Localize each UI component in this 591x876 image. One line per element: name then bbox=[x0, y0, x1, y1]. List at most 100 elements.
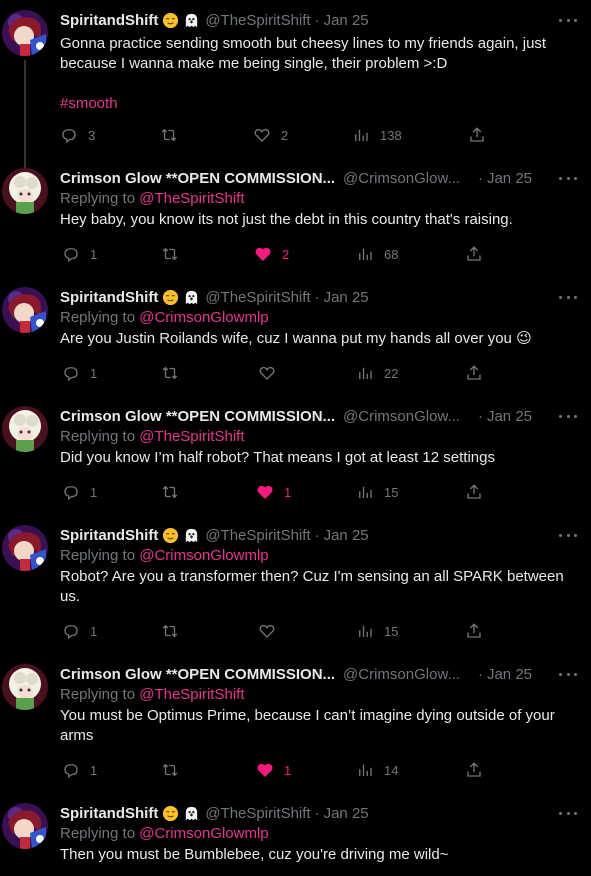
user-handle[interactable]: @TheSpiritShift bbox=[205, 805, 310, 822]
share-button[interactable] bbox=[468, 125, 486, 145]
user-handle[interactable]: @TheSpiritShift bbox=[205, 12, 310, 29]
view-count: 138 bbox=[380, 127, 402, 143]
spirit-avatar-image bbox=[2, 10, 48, 56]
user-handle[interactable]: @CrimsonGlow... bbox=[343, 170, 460, 187]
display-name[interactable]: SpiritandShift bbox=[60, 805, 158, 822]
separator-dot: · bbox=[314, 526, 320, 544]
share-button[interactable] bbox=[465, 760, 483, 780]
views-button[interactable]: 22 bbox=[356, 363, 398, 383]
display-name[interactable]: SpiritandShift bbox=[60, 289, 158, 306]
replying-label: Replying to bbox=[60, 309, 136, 326]
spirit-avatar-image bbox=[2, 525, 48, 571]
more-icon[interactable] bbox=[559, 668, 577, 680]
tweet-actions: 1 2 68 bbox=[60, 244, 490, 264]
tweet-date[interactable]: Jan 25 bbox=[487, 666, 532, 683]
display-name[interactable]: Crimson Glow **OPEN COMMISSION... bbox=[60, 666, 335, 683]
reply-button[interactable]: 1 bbox=[62, 363, 97, 383]
hashtag-link[interactable]: #smooth bbox=[60, 94, 577, 114]
separator-dot: · bbox=[314, 11, 320, 29]
ghost-icon bbox=[183, 289, 200, 306]
ghost-icon bbox=[183, 527, 200, 544]
user-handle[interactable]: @CrimsonGlow... bbox=[343, 408, 460, 425]
views-button[interactable]: 138 bbox=[352, 125, 402, 145]
reply-button[interactable]: 1 bbox=[62, 482, 97, 502]
tweet-date[interactable]: Jan 25 bbox=[487, 170, 532, 187]
like-count: 2 bbox=[281, 127, 289, 143]
tweet-header: Crimson Glow **OPEN COMMISSION... @Crims… bbox=[60, 406, 577, 426]
ghost-icon bbox=[183, 12, 200, 29]
views-button[interactable]: 15 bbox=[356, 621, 398, 641]
mention-link[interactable]: @CrimsonGlowmlp bbox=[139, 547, 268, 564]
retweet-button[interactable] bbox=[160, 125, 188, 145]
tweet-text: Are you Justin Roilands wife, cuz I wann… bbox=[60, 330, 532, 347]
user-handle[interactable]: @TheSpiritShift bbox=[205, 289, 310, 306]
reply-button[interactable]: 1 bbox=[62, 621, 97, 641]
share-button[interactable] bbox=[465, 244, 483, 264]
views-button[interactable]: 15 bbox=[356, 482, 398, 502]
share-button[interactable] bbox=[465, 363, 483, 383]
more-icon[interactable] bbox=[559, 172, 577, 184]
avatar[interactable] bbox=[2, 10, 48, 56]
share-icon bbox=[467, 365, 481, 380]
display-name[interactable]: SpiritandShift bbox=[60, 12, 158, 29]
display-name[interactable]: Crimson Glow **OPEN COMMISSION... bbox=[60, 408, 335, 425]
retweet-button[interactable] bbox=[161, 363, 189, 383]
like-button[interactable]: 2 bbox=[254, 244, 289, 264]
avatar[interactable] bbox=[2, 287, 48, 333]
display-name[interactable]: Crimson Glow **OPEN COMMISSION... bbox=[60, 170, 335, 187]
like-count: 1 bbox=[284, 484, 292, 500]
retweet-button[interactable] bbox=[161, 482, 189, 502]
retweet-button[interactable] bbox=[161, 244, 189, 264]
mention-link[interactable]: @CrimsonGlowmlp bbox=[139, 825, 268, 842]
relieved-face-icon bbox=[162, 805, 179, 822]
share-button[interactable] bbox=[465, 482, 483, 502]
tweet-date[interactable]: Jan 25 bbox=[324, 527, 369, 544]
mention-link[interactable]: @CrimsonGlowmlp bbox=[139, 309, 268, 326]
user-handle[interactable]: @CrimsonGlow... bbox=[343, 666, 460, 683]
mention-link[interactable]: @TheSpiritShift bbox=[139, 686, 244, 703]
heart-icon bbox=[257, 485, 273, 499]
like-button[interactable]: 2 bbox=[253, 125, 288, 145]
share-button[interactable] bbox=[465, 621, 483, 641]
relieved-face-icon bbox=[162, 12, 179, 29]
tweet-date[interactable]: Jan 25 bbox=[324, 805, 369, 822]
avatar[interactable] bbox=[2, 168, 48, 214]
tweet-date[interactable]: Jan 25 bbox=[324, 12, 369, 29]
display-name[interactable]: SpiritandShift bbox=[60, 527, 158, 544]
heart-icon bbox=[257, 763, 273, 777]
retweet-icon bbox=[162, 485, 178, 499]
separator-dot: · bbox=[314, 804, 320, 822]
avatar[interactable] bbox=[2, 803, 48, 849]
like-button[interactable] bbox=[258, 621, 286, 641]
retweet-button[interactable] bbox=[161, 621, 189, 641]
mention-link[interactable]: @TheSpiritShift bbox=[139, 428, 244, 445]
reply-button[interactable]: 1 bbox=[62, 244, 97, 264]
views-button[interactable]: 14 bbox=[356, 760, 398, 780]
more-icon[interactable] bbox=[559, 529, 577, 541]
like-button[interactable]: 1 bbox=[256, 482, 291, 502]
tweet-actions: 1 22 bbox=[60, 363, 490, 383]
more-icon[interactable] bbox=[559, 410, 577, 422]
tweet-date[interactable]: Jan 25 bbox=[324, 289, 369, 306]
more-icon[interactable] bbox=[559, 291, 577, 303]
share-icon bbox=[467, 484, 481, 499]
reply-icon bbox=[64, 764, 78, 779]
retweet-button[interactable] bbox=[161, 760, 189, 780]
mention-link[interactable]: @TheSpiritShift bbox=[139, 190, 244, 207]
replying-label: Replying to bbox=[60, 547, 136, 564]
views-button[interactable]: 68 bbox=[356, 244, 398, 264]
avatar[interactable] bbox=[2, 664, 48, 710]
avatar[interactable] bbox=[2, 525, 48, 571]
user-handle[interactable]: @TheSpiritShift bbox=[205, 527, 310, 544]
reply-button[interactable]: 3 bbox=[60, 125, 95, 145]
avatar[interactable] bbox=[2, 406, 48, 452]
more-icon[interactable] bbox=[559, 807, 577, 819]
like-count: 2 bbox=[282, 246, 290, 262]
reply-button[interactable]: 1 bbox=[62, 760, 97, 780]
like-button[interactable]: 1 bbox=[256, 760, 291, 780]
tweet-text: Hey baby, you know its not just the debt… bbox=[60, 211, 513, 228]
tweet-date[interactable]: Jan 25 bbox=[487, 408, 532, 425]
more-icon[interactable] bbox=[559, 14, 577, 26]
tweet-header: Crimson Glow **OPEN COMMISSION... @Crims… bbox=[60, 168, 577, 188]
like-button[interactable] bbox=[258, 363, 286, 383]
